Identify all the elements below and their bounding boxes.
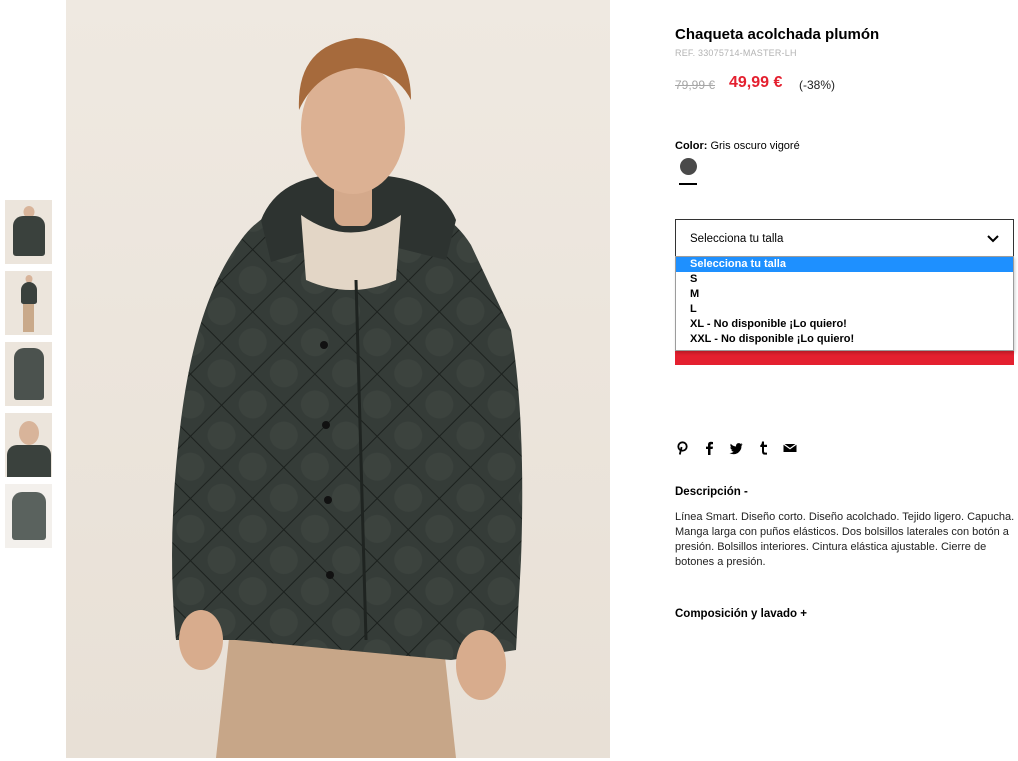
original-price: 79,99 €: [675, 78, 716, 92]
sale-price: 49,99 €: [729, 74, 783, 91]
tumblr-icon[interactable]: [756, 441, 770, 455]
facebook-icon[interactable]: [702, 441, 716, 455]
pinterest-icon[interactable]: [675, 441, 689, 455]
description-text: Línea Smart. Diseño corto. Diseño acolch…: [675, 511, 1015, 568]
thumbnail-3[interactable]: [5, 342, 52, 406]
product-title: Chaqueta acolchada plumón: [675, 26, 880, 43]
product-main-image: [66, 0, 610, 758]
thumbnail-2[interactable]: [5, 271, 52, 335]
size-option-xl[interactable]: XL - No disponible ¡Lo quiero!: [676, 317, 1013, 332]
email-icon[interactable]: [783, 441, 797, 455]
size-select-value: Selecciona tu talla: [690, 233, 784, 245]
color-swatch-dark-grey[interactable]: [680, 158, 697, 175]
share-icons: [675, 440, 797, 456]
size-option-placeholder[interactable]: Selecciona tu talla: [676, 257, 1013, 272]
size-option-s[interactable]: S: [676, 272, 1013, 287]
thumbnail-5[interactable]: [5, 484, 52, 548]
twitter-icon[interactable]: [729, 441, 743, 455]
product-reference: REF. 33075714-MASTER-LH: [675, 48, 797, 58]
color-row: Color: Gris oscuro vigoré: [675, 140, 800, 152]
description-heading[interactable]: Descripción -: [675, 486, 748, 498]
composition-heading[interactable]: Composición y lavado +: [675, 608, 807, 620]
thumbnail-4[interactable]: [5, 413, 52, 477]
size-select[interactable]: Selecciona tu talla: [675, 219, 1014, 257]
size-option-xxl[interactable]: XXL - No disponible ¡Lo quiero!: [676, 332, 1013, 347]
size-option-l[interactable]: L: [676, 302, 1013, 317]
thumbnail-gallery: [5, 200, 52, 555]
swatch-selected-indicator: [679, 183, 697, 185]
discount-badge: (-38%): [799, 78, 836, 92]
size-dropdown-list: Selecciona tu talla S M L XL - No dispon…: [675, 256, 1014, 351]
color-value: Gris oscuro vigoré: [710, 140, 800, 152]
size-option-m[interactable]: M: [676, 287, 1013, 302]
color-label: Color:: [675, 140, 708, 152]
thumbnail-1[interactable]: [5, 200, 52, 264]
model-illustration: [172, 38, 523, 758]
chevron-down-icon: [987, 235, 999, 243]
